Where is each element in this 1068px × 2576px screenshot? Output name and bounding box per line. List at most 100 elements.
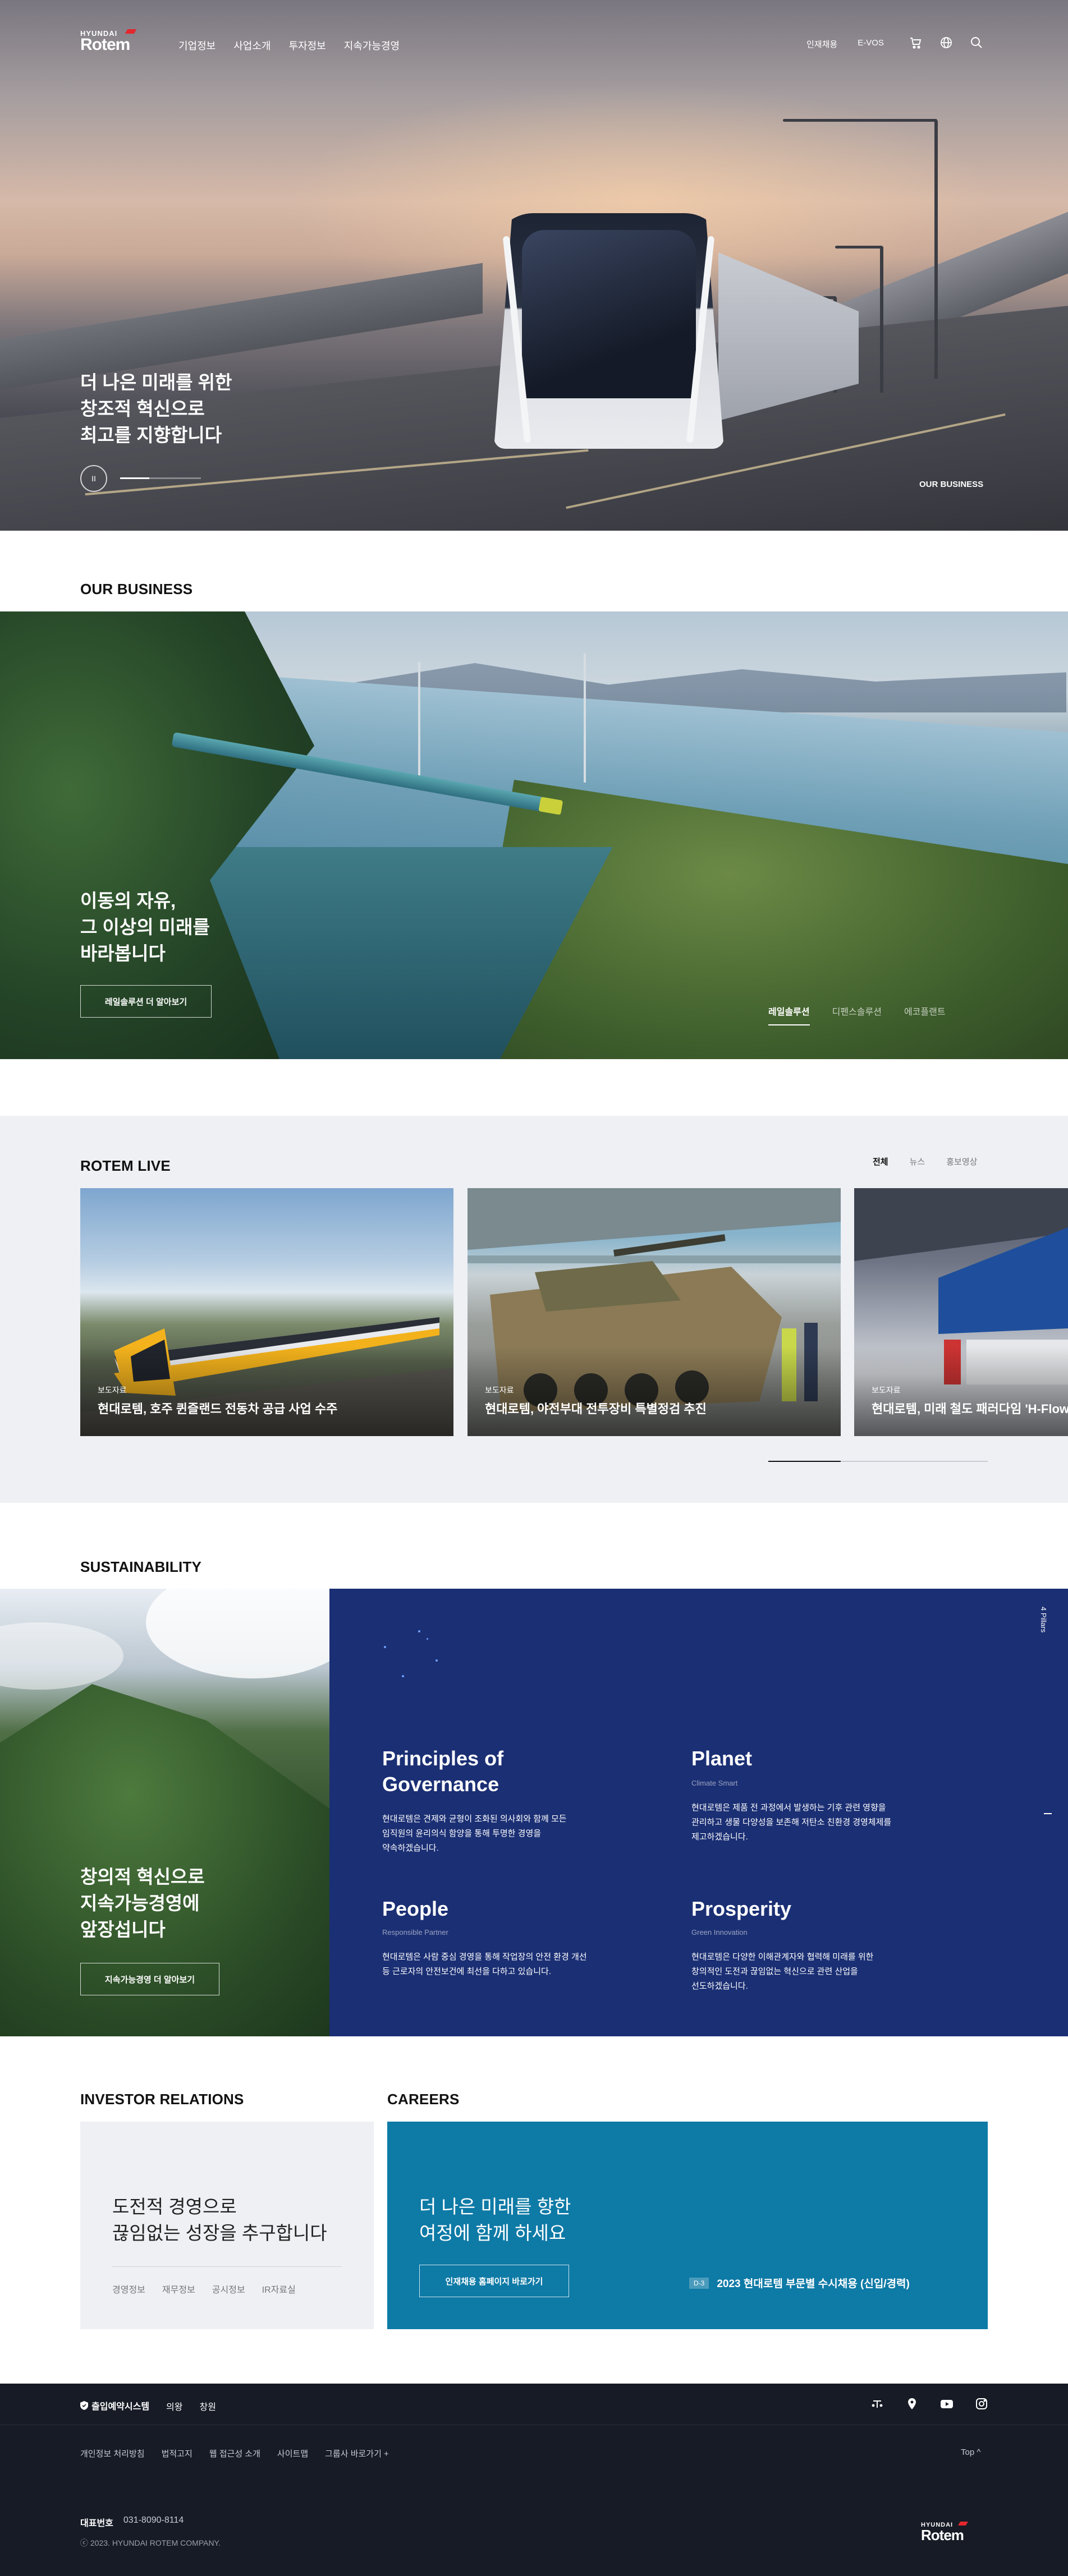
rail-solution-more-button[interactable]: 레일솔루션 더 알아보기 bbox=[80, 985, 212, 1018]
business-tabs: 레일솔루션 디펜스솔루션 에코플랜트 bbox=[768, 1004, 946, 1025]
ir-link-financial[interactable]: 재무정보 bbox=[162, 2282, 195, 2296]
footer-link-group-sites[interactable]: 그룹사 바로가기 + bbox=[325, 2448, 389, 2459]
footer-top-row: 출입예약시스템 의왕 창원 bbox=[80, 2399, 216, 2413]
youtube-icon[interactable] bbox=[939, 2396, 954, 2411]
hyundai-rotem-logo[interactable]: HYUNDAI Rotem bbox=[80, 29, 137, 54]
business-headline-line: 바라봅니다 bbox=[80, 943, 166, 964]
main-nav: 기업정보 사업소개 투자정보 지속가능경영 bbox=[178, 38, 400, 53]
deadline-badge: D-3 bbox=[689, 2277, 709, 2289]
site-changwon-link[interactable]: 창원 bbox=[200, 2399, 216, 2413]
globe-icon[interactable] bbox=[939, 36, 953, 49]
util-careers[interactable]: 인재채용 bbox=[806, 38, 837, 50]
careers-notice[interactable]: D-3 2023 현대로템 부문별 수시채용 (신입/경력) bbox=[689, 2275, 910, 2290]
tab-eco-plant[interactable]: 에코플랜트 bbox=[904, 1004, 946, 1025]
section-title-sustainability: SUSTAINABILITY bbox=[80, 1558, 202, 1575]
tab-rail-solution[interactable]: 레일솔루션 bbox=[768, 1004, 810, 1025]
filter-news[interactable]: 뉴스 bbox=[910, 1156, 925, 1167]
filter-video[interactable]: 홍보영상 bbox=[946, 1156, 977, 1167]
sustainability-more-button[interactable]: 지속가능경영 더 알아보기 bbox=[80, 1963, 219, 1995]
live-scrollbar[interactable] bbox=[768, 1461, 988, 1462]
pillar-desc-line: 제고하겠습니다. bbox=[691, 1832, 748, 1842]
hero-headline-line: 창조적 혁신으로 bbox=[80, 398, 205, 419]
nav-item-sustainability[interactable]: 지속가능경영 bbox=[344, 38, 400, 53]
pillar-title-line: Prosperity bbox=[691, 1897, 792, 1920]
pillar-desc-line: 창의적인 도전과 끊임없는 혁신으로 관련 산업을 bbox=[691, 1967, 858, 1976]
pillar-subtitle: Climate Smart bbox=[691, 1779, 738, 1787]
sustainability-headline-line: 앞장섭니다 bbox=[80, 1919, 166, 1940]
ir-link-library[interactable]: IR자료실 bbox=[262, 2282, 296, 2296]
pillar-title-line: People bbox=[382, 1897, 449, 1920]
street-lamp bbox=[835, 246, 883, 249]
logo-main-text: Rotem bbox=[80, 35, 130, 54]
careers-notice-text: 2023 현대로템 부문별 수시채용 (신입/경력) bbox=[717, 2278, 910, 2290]
footer-phone: 대표번호 031-8090-8114 bbox=[80, 2515, 184, 2529]
news-card-title: 현대로템, 미래 철도 패러다임 'H-Flow' bbox=[872, 1402, 1068, 1416]
hero-our-business-link[interactable]: OUR BUSINESS bbox=[919, 480, 983, 489]
business-headline-line: 이동의 자유, bbox=[80, 890, 176, 911]
news-card-tag: 보도자료 bbox=[485, 1386, 514, 1395]
pillar-title-line: Principles of bbox=[382, 1747, 504, 1770]
util-evos[interactable]: E-VOS bbox=[858, 38, 884, 50]
pillar-title[interactable]: People bbox=[382, 1896, 448, 1922]
search-icon[interactable] bbox=[970, 36, 983, 49]
pillar-title[interactable]: Planet bbox=[691, 1746, 752, 1772]
hero-headline-line: 최고를 지향합니다 bbox=[80, 425, 222, 445]
tab-defense-solution[interactable]: 디펜스솔루션 bbox=[832, 1004, 882, 1025]
link-icon[interactable] bbox=[870, 2396, 884, 2411]
ir-headline: 도전적 경영으로 끊임없는 성장을 추구합니다 bbox=[112, 2193, 327, 2246]
news-card-title: 현대로템, 호주 퀸즐랜드 전동차 공급 사업 수주 bbox=[98, 1402, 338, 1416]
pillar-desc-line: 현대로템은 견제와 균형이 조화된 의사회와 함께 모든 bbox=[382, 1814, 567, 1824]
visit-reservation-link[interactable]: 출입예약시스템 bbox=[80, 2399, 149, 2413]
pillar-desc-line: 현대로템은 다양한 이해관계자와 협력해 미래를 위한 bbox=[691, 1952, 874, 1962]
ir-headline-line: 끊임없는 성장을 추구합니다 bbox=[112, 2223, 327, 2243]
nav-item-business[interactable]: 사업소개 bbox=[233, 38, 271, 53]
street-lamp bbox=[783, 119, 937, 122]
pillar-desc-line: 관리하고 생물 다양성을 보존해 저탄소 친환경 경영체제를 bbox=[691, 1818, 892, 1827]
pillar-desc: 현대로템은 사람 중심 경영을 통해 작업장의 안전 환경 개선 등 근로자의 … bbox=[382, 1950, 607, 1979]
nav-item-investor[interactable]: 투자정보 bbox=[289, 38, 326, 53]
pillar-desc: 현대로템은 견제와 균형이 조화된 의사회와 함께 모든 임직원의 윤리의식 함… bbox=[382, 1812, 584, 1856]
ir-link-disclosure[interactable]: 공시정보 bbox=[212, 2282, 245, 2296]
ir-link-management[interactable]: 경영정보 bbox=[112, 2282, 145, 2296]
pillars-indicator[interactable] bbox=[1044, 1813, 1052, 1814]
street-lamp bbox=[934, 121, 938, 379]
pillar-desc-line: 현대로템은 사람 중심 경영을 통해 작업장의 안전 환경 개선 bbox=[382, 1952, 587, 1962]
news-card[interactable]: 보도자료 현대로템, 야전부대 전투장비 특별정검 추진 bbox=[467, 1188, 841, 1436]
pillar-title[interactable]: Principles of Governance bbox=[382, 1746, 503, 1797]
filter-all[interactable]: 전체 bbox=[873, 1156, 888, 1167]
pillar-title[interactable]: Prosperity bbox=[691, 1896, 791, 1922]
slider-pause-button[interactable]: II bbox=[80, 465, 107, 492]
pillar-title-line: Planet bbox=[691, 1747, 753, 1770]
business-headline-line: 그 이상의 미래를 bbox=[80, 917, 210, 937]
news-card[interactable]: 보도자료 현대로템, 호주 퀸즐랜드 전동차 공급 사업 수주 bbox=[80, 1188, 453, 1436]
footer-link-accessibility[interactable]: 웹 접근성 소개 bbox=[209, 2448, 260, 2459]
footer-link-legal[interactable]: 법적고지 bbox=[162, 2448, 192, 2459]
street-lamp bbox=[880, 247, 883, 393]
careers-homepage-button[interactable]: 인재채용 홈페이지 바로가기 bbox=[419, 2265, 569, 2297]
nav-item-company[interactable]: 기업정보 bbox=[178, 38, 216, 53]
section-title-careers: CAREERS bbox=[387, 2091, 460, 2108]
decor-dot bbox=[427, 1638, 428, 1640]
footer-logo-main: Rotem bbox=[921, 2527, 964, 2543]
decor-dot bbox=[402, 1675, 404, 1677]
site-uiwang-link[interactable]: 의왕 bbox=[166, 2399, 182, 2413]
cart-icon[interactable] bbox=[909, 36, 923, 49]
header-icons bbox=[909, 36, 983, 49]
phone-label: 대표번호 bbox=[80, 2519, 113, 2528]
live-scrollbar-thumb[interactable] bbox=[768, 1461, 841, 1462]
global-header: HYUNDAI Rotem 기업정보 사업소개 투자정보 지속가능경영 인재채용… bbox=[0, 0, 1068, 90]
footer-link-privacy[interactable]: 개인정보 처리방침 bbox=[80, 2448, 145, 2459]
news-card-title: 현대로템, 야전부대 전투장비 특별정검 추진 bbox=[485, 1402, 707, 1416]
footer-link-sitemap[interactable]: 사이트맵 bbox=[277, 2448, 308, 2459]
instagram-icon[interactable] bbox=[974, 2396, 989, 2411]
bridge-left bbox=[0, 263, 483, 394]
pillar-desc-line: 약속하겠습니다. bbox=[382, 1843, 439, 1853]
section-title-ir: INVESTOR RELATIONS bbox=[80, 2091, 244, 2108]
careers-headline-line: 더 나은 미래를 향한 bbox=[419, 2196, 571, 2217]
news-card-tag: 보도자료 bbox=[872, 1386, 901, 1395]
copyright: ⓒ 2023. HYUNDAI ROTEM COMPANY. bbox=[80, 2538, 221, 2547]
blog-icon[interactable] bbox=[905, 2396, 919, 2411]
scroll-top-button[interactable]: Top ^ bbox=[961, 2448, 980, 2457]
news-card[interactable]: 보도자료 현대로템, 미래 철도 패러다임 'H-Flow' bbox=[854, 1188, 1068, 1436]
hero-slide-progress bbox=[120, 477, 201, 479]
